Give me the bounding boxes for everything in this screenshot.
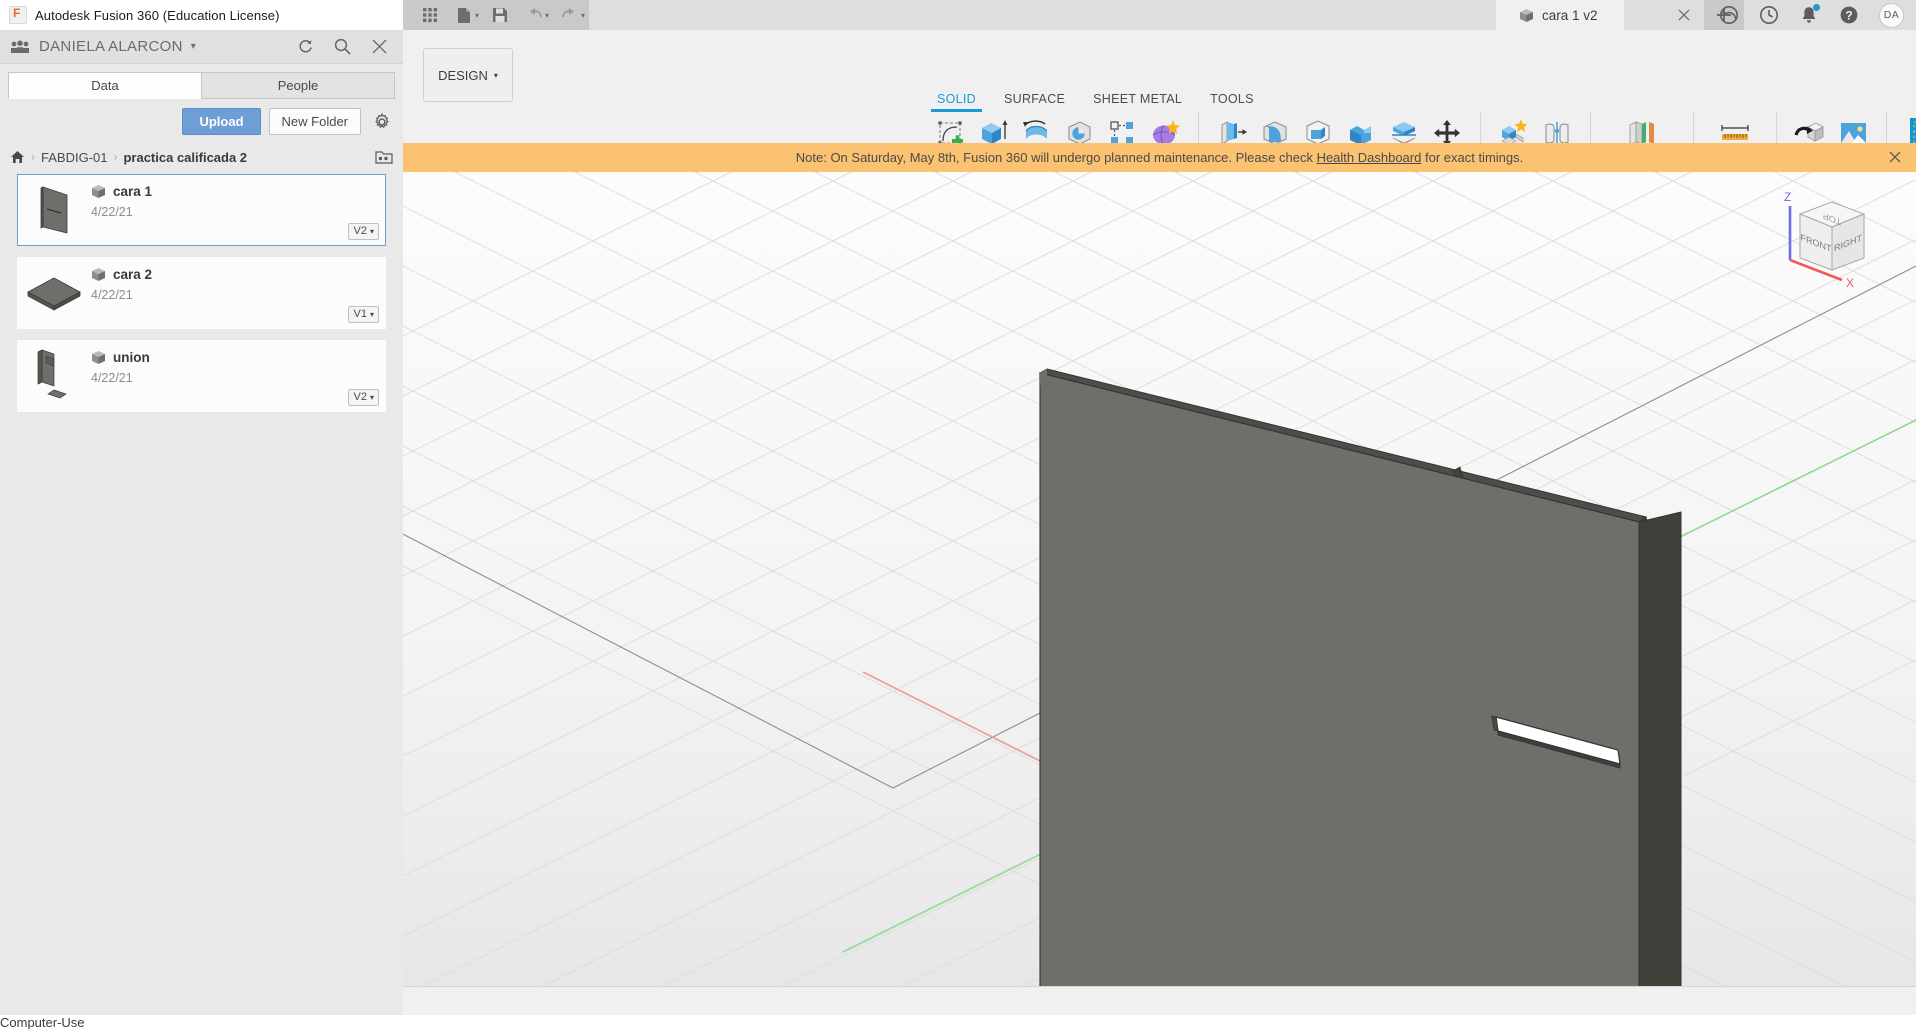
banner-text-before: Note: On Saturday, May 8th, Fusion 360 w… <box>795 150 1317 165</box>
breadcrumb-separator-2: › <box>113 150 118 164</box>
avatar[interactable]: DA <box>1879 2 1904 28</box>
list-item[interactable]: union 4/22/21 V2 ▾ <box>17 340 386 412</box>
tab-sheet-metal[interactable]: SHEET METAL <box>1079 92 1196 106</box>
file-meta: cara 1 4/22/21 <box>90 175 385 245</box>
document-tab-inner[interactable]: cara 1 v2 <box>1496 0 1624 30</box>
version-label: V2 <box>353 391 367 403</box>
extensions-icon[interactable] <box>1719 5 1739 25</box>
data-panel-header: DANIELA ALARCON ▾ <box>0 30 403 64</box>
file-name: union <box>113 350 150 365</box>
tab-tools[interactable]: TOOLS <box>1196 92 1268 106</box>
file-date: 4/22/21 <box>91 371 133 385</box>
main-area: ▾ ▾ ▾ cara 1 v2 ? DA DESIGN ▾ SOLID SURF… <box>403 0 1916 1015</box>
document-tab-label: cara 1 v2 <box>1542 7 1598 23</box>
breadcrumb-item-folder[interactable]: practica calificada 2 <box>123 150 247 165</box>
chevron-down-icon: ▾ <box>369 309 374 319</box>
chevron-down-icon[interactable]: ▾ <box>475 11 479 20</box>
clock-icon[interactable] <box>1759 5 1779 25</box>
breadcrumb-item-project[interactable]: FABDIG-01 <box>41 150 107 165</box>
workspace-label: DESIGN <box>438 67 488 83</box>
quick-access-toolbar: ▾ ▾ ▾ <box>403 0 590 30</box>
save-icon[interactable] <box>483 0 517 30</box>
ribbon-tabs: SOLID SURFACE SHEET METAL TOOLS <box>923 92 1268 112</box>
file-date: 4/22/21 <box>91 205 133 219</box>
chevron-down-icon[interactable]: ▾ <box>581 11 585 20</box>
window-title: Autodesk Fusion 360 (Education License) <box>35 7 280 23</box>
file-name-row: cara 2 <box>90 267 385 282</box>
version-badge[interactable]: V2 ▾ <box>347 389 379 406</box>
upload-button[interactable]: Upload <box>182 108 261 135</box>
breadcrumb-separator: › <box>31 150 35 164</box>
tab-surface[interactable]: SURFACE <box>990 92 1079 106</box>
viewport-status-bar <box>403 986 1916 1001</box>
viewport-scene[interactable] <box>403 172 1916 1001</box>
top-right-icons: ? DA <box>1719 0 1904 30</box>
cube-icon <box>90 184 107 199</box>
version-label: V2 <box>353 225 367 237</box>
banner-text-after: for exact timings. <box>1421 150 1524 165</box>
chevron-down-icon: ▾ <box>493 70 498 80</box>
app-grid-icon[interactable] <box>413 0 447 30</box>
file-name-row: cara 1 <box>90 184 385 199</box>
data-panel-tabs: Data People <box>0 64 403 99</box>
home-icon[interactable] <box>10 150 25 164</box>
version-label: V1 <box>353 308 367 320</box>
file-name: cara 2 <box>113 267 153 282</box>
folder-permissions-icon[interactable] <box>375 149 393 165</box>
file-thumbnail <box>18 258 90 328</box>
close-icon[interactable] <box>1888 150 1902 164</box>
people-icon <box>10 40 30 54</box>
fusion360-window: Autodesk Fusion 360 (Education License) … <box>0 0 1916 1015</box>
file-meta: cara 2 4/22/21 <box>90 258 385 328</box>
tab-solid[interactable]: SOLID <box>923 92 990 112</box>
svg-text:?: ? <box>1845 9 1852 23</box>
list-item[interactable]: cara 2 4/22/21 V1 ▾ <box>17 257 386 329</box>
axis-x-label: X <box>1846 276 1854 290</box>
bell-icon[interactable] <box>1799 4 1820 25</box>
maintenance-banner: Note: On Saturday, May 8th, Fusion 360 w… <box>403 143 1916 172</box>
data-panel-actions: Upload New Folder <box>0 99 403 144</box>
help-icon[interactable]: ? <box>1839 5 1859 25</box>
account-name[interactable]: DANIELA ALARCON <box>39 38 183 55</box>
refresh-icon[interactable] <box>296 37 315 56</box>
data-panel: DANIELA ALARCON ▾ Data People Upload New… <box>0 30 404 1015</box>
chevron-down-icon: ▾ <box>369 392 374 402</box>
ribbon: DESIGN ▾ SOLID SURFACE SHEET METAL TOOLS <box>403 30 1916 166</box>
file-thumbnail <box>18 175 90 245</box>
gear-icon[interactable] <box>373 112 391 131</box>
health-dashboard-link[interactable]: Health Dashboard <box>1317 150 1422 165</box>
data-panel-file-list: cara 1 4/22/21 V2 ▾ cara 2 4/22/21 V1 ▾ … <box>0 170 403 412</box>
cube-icon <box>90 267 107 282</box>
breadcrumb: › FABDIG-01 › practica calificada 2 <box>0 144 403 170</box>
axis-z-label: Z <box>1784 190 1791 204</box>
app-logo-icon <box>9 6 27 24</box>
file-thumbnail <box>18 341 90 411</box>
file-name: cara 1 <box>113 184 153 199</box>
chevron-down-icon: ▾ <box>369 226 374 236</box>
banner-text: Note: On Saturday, May 8th, Fusion 360 w… <box>796 150 1523 165</box>
version-badge[interactable]: V1 ▾ <box>347 306 379 323</box>
chevron-down-icon[interactable]: ▾ <box>545 11 549 20</box>
file-date: 4/22/21 <box>91 288 133 302</box>
close-icon[interactable] <box>1677 8 1691 22</box>
app-tab-strip: ▾ ▾ ▾ cara 1 v2 ? DA <box>403 0 1916 30</box>
close-panel-icon[interactable] <box>370 37 389 56</box>
viewport-canvas[interactable]: Z X TOP FRONT RIGHT <box>403 172 1916 1001</box>
chevron-down-icon[interactable]: ▾ <box>191 41 196 52</box>
view-cube[interactable]: Z X TOP FRONT RIGHT <box>1770 182 1880 292</box>
data-panel-header-actions <box>296 37 389 56</box>
cube-icon <box>1518 8 1535 23</box>
file-name-row: union <box>90 350 385 365</box>
file-meta: union 4/22/21 <box>90 341 385 411</box>
new-folder-button[interactable]: New Folder <box>268 108 361 135</box>
list-item[interactable]: cara 1 4/22/21 V2 ▾ <box>17 174 386 246</box>
notification-dot <box>1813 4 1820 11</box>
workspace-switcher[interactable]: DESIGN ▾ <box>423 48 513 102</box>
cube-icon <box>90 350 107 365</box>
tab-data[interactable]: Data <box>8 72 201 99</box>
tab-people[interactable]: People <box>201 72 395 99</box>
search-icon[interactable] <box>333 37 352 56</box>
version-badge[interactable]: V2 ▾ <box>347 223 379 240</box>
